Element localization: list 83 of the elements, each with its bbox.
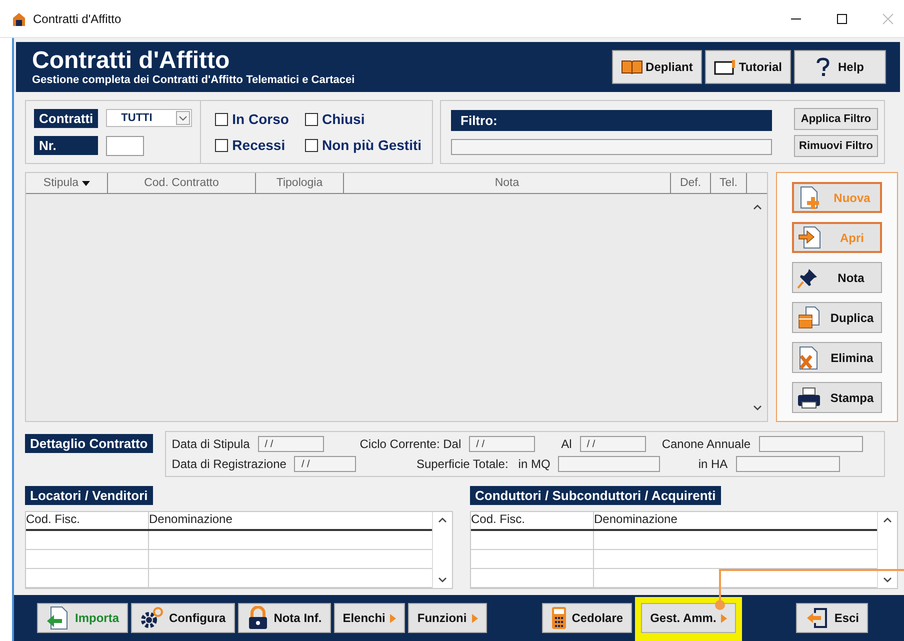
document-arrow-icon (798, 226, 822, 250)
date-field[interactable]: / / (469, 436, 536, 452)
scroll-down-icon[interactable] (883, 577, 892, 583)
column-header[interactable]: Cod. Contratto (108, 173, 256, 193)
app-subtitle: Gestione completa dei Contratti d'Affitto Telematici e Cartacei (32, 74, 355, 86)
date-field[interactable] (758, 436, 863, 452)
scroll-up-icon[interactable] (883, 517, 892, 523)
close-icon[interactable] (882, 12, 894, 24)
arrow-right-icon (390, 614, 396, 622)
field-label: Data di Stipula (172, 437, 250, 451)
date-field[interactable]: / / (294, 456, 356, 472)
maximize-icon[interactable] (836, 12, 848, 24)
calculator-icon (550, 606, 567, 630)
filter-label: Filtro: (450, 110, 772, 130)
date-field[interactable]: / / (580, 436, 646, 452)
arrow-right-icon (721, 614, 728, 622)
help-icon (816, 57, 830, 77)
menu-button[interactable]: Elenchi (334, 603, 406, 633)
field-label: Data di Registrazione (172, 457, 286, 471)
scroll-up-icon[interactable] (752, 204, 762, 210)
field-label: Superficie Totale: (416, 457, 508, 471)
header-button[interactable]: Tutorial (704, 50, 791, 84)
action-button[interactable]: Elimina (792, 342, 882, 373)
action-button[interactable]: Nota (792, 262, 882, 293)
arrow-right-icon (472, 614, 478, 622)
filter-button[interactable]: Rimuovi Filtro (794, 134, 878, 156)
detail-title: Dettaglio Contratto (25, 434, 153, 453)
column-header[interactable]: Tipologia (256, 173, 344, 193)
section-title: Locatori / Venditori (25, 486, 153, 505)
gears-icon (140, 607, 164, 629)
action-button[interactable]: Duplica (792, 302, 882, 333)
filter-button[interactable]: Applica Filtro (794, 108, 878, 130)
copy-icon (797, 306, 821, 330)
column-header[interactable]: Denominazione (149, 512, 432, 529)
footer-button[interactable]: Configura (131, 603, 235, 633)
status-checkbox[interactable]: Recessi (215, 137, 289, 153)
column-header[interactable]: Cod. Fisc. (26, 512, 149, 529)
sort-caret-icon (82, 180, 90, 186)
book-icon (620, 59, 643, 75)
header-button[interactable]: Depliant (612, 50, 702, 84)
scroll-down-icon[interactable] (438, 577, 447, 583)
action-button[interactable]: Stampa (792, 382, 882, 413)
pushpin-icon (797, 266, 819, 288)
contratti-dropdown[interactable]: TUTTI (106, 109, 192, 127)
screen-icon (714, 59, 736, 75)
padlock-icon (246, 606, 269, 630)
window-title: Contratti d'Affitto (33, 12, 122, 26)
footer-button[interactable]: Nota Inf. (238, 603, 331, 633)
exit-icon (805, 606, 830, 630)
header-button[interactable]: Help (794, 50, 886, 84)
dropdown-icon (176, 111, 190, 125)
column-header[interactable]: Denominazione (594, 512, 877, 529)
document-plus-icon (798, 186, 822, 210)
status-checkbox[interactable]: Chiusi (304, 111, 422, 127)
footer-button[interactable]: Cedolare (542, 603, 632, 633)
contratti-label: Contratti (34, 108, 98, 128)
date-field[interactable]: / / (258, 436, 324, 452)
scroll-down-icon[interactable] (752, 405, 762, 411)
date-field[interactable] (558, 456, 660, 472)
number-field[interactable] (106, 136, 144, 156)
filter-field[interactable] (450, 138, 772, 154)
field-label: Al (561, 437, 572, 451)
menu-button[interactable]: Funzioni (408, 603, 487, 633)
nr-label: Nr. (34, 136, 98, 155)
field-label: in HA (698, 457, 728, 471)
column-header[interactable]: Def. (671, 173, 711, 193)
field-label: Ciclo Corrente: Dal (360, 437, 462, 451)
document-arrow-icon (46, 606, 70, 630)
field-label: Canone Annuale (662, 437, 751, 451)
status-checkbox[interactable]: In Corso (215, 111, 289, 127)
status-checkbox[interactable]: Non più Gestiti (304, 137, 422, 153)
date-field[interactable] (736, 456, 840, 472)
printer-icon (797, 386, 821, 408)
field-label: in MQ (518, 457, 550, 471)
column-header[interactable]: Nota (344, 173, 671, 193)
column-header[interactable]: Tel. (711, 173, 747, 193)
section-title: Conduttori / Subconduttori / Acquirenti (470, 486, 721, 505)
column-header[interactable]: Cod. Fisc. (471, 512, 594, 529)
column-header[interactable]: Stipula (26, 173, 108, 193)
house-icon (12, 12, 26, 26)
app-title: Contratti d'Affitto (32, 48, 231, 74)
footer-button[interactable]: Esci (796, 603, 868, 633)
scroll-up-icon[interactable] (438, 517, 447, 523)
